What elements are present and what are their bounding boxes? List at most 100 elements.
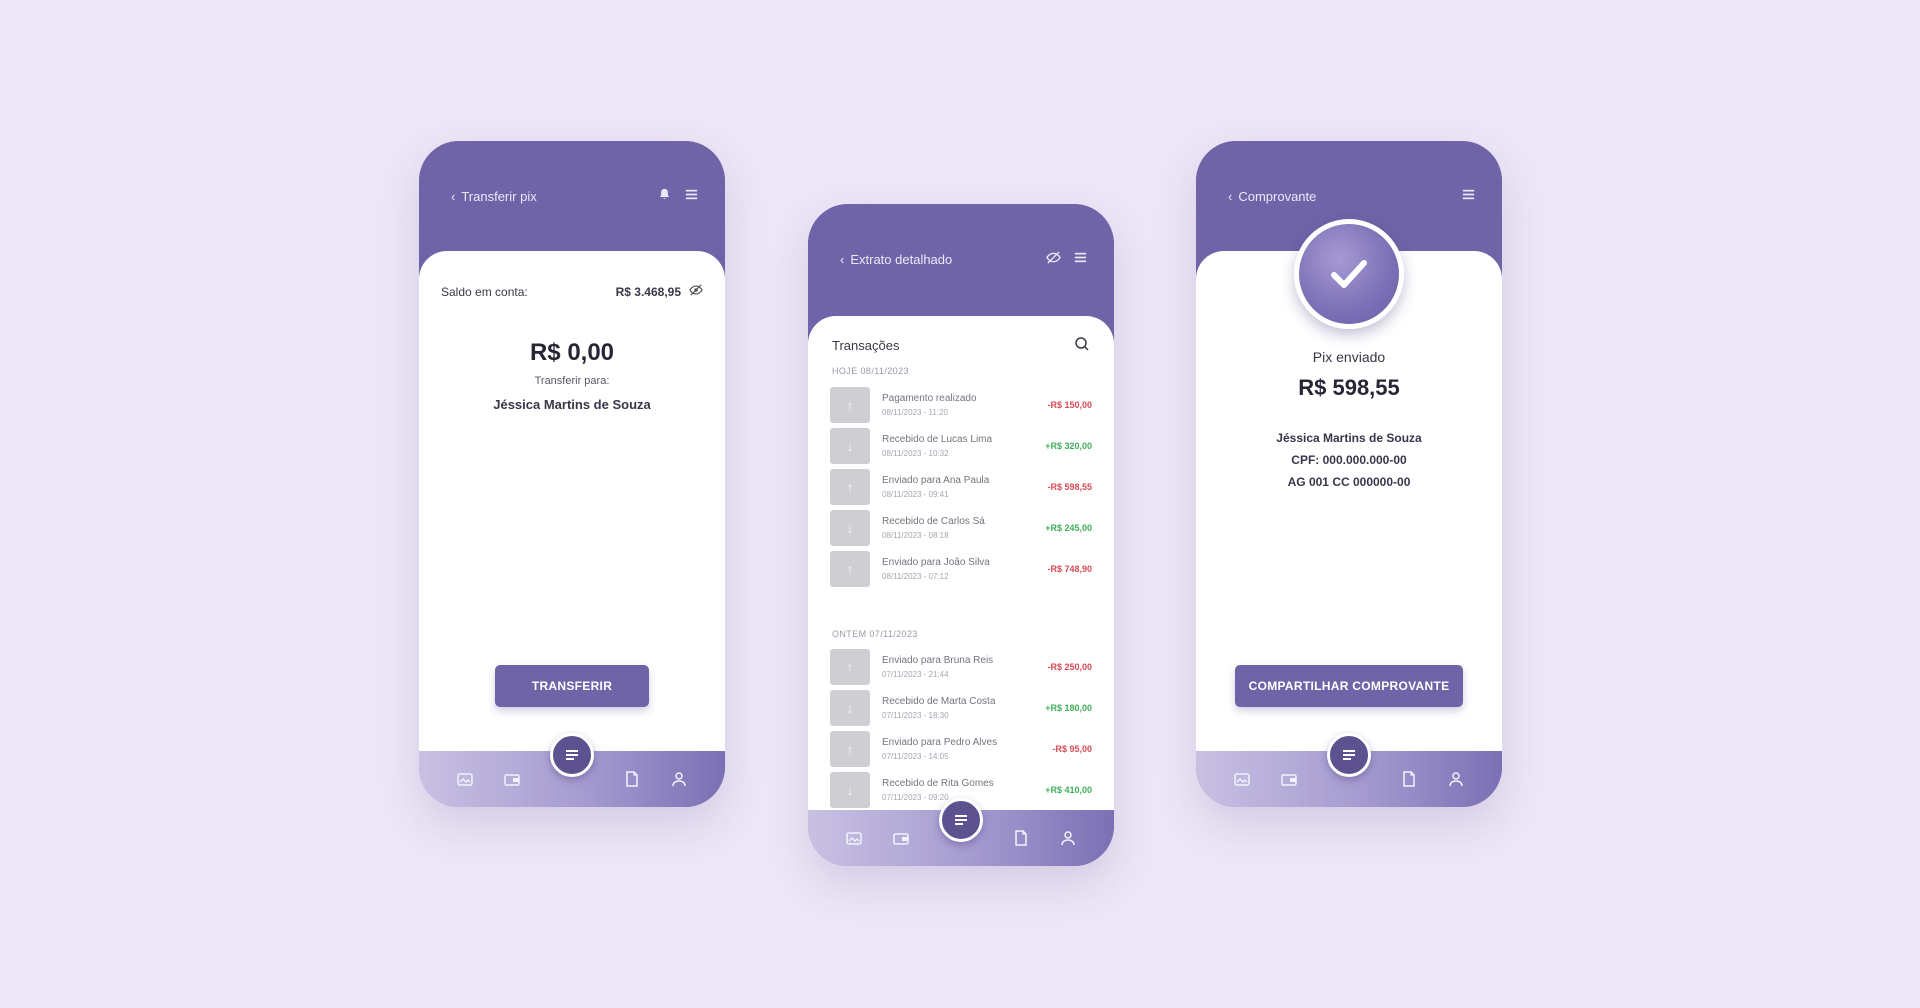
section-label-today: HOJE 08/11/2023 <box>832 366 909 376</box>
balance-row: Saldo em conta: R$ 3.468,95 <box>441 283 703 300</box>
transaction-date: 08/11/2023 - 11:20 <box>882 407 948 417</box>
arrow-down-icon: ↓ <box>830 509 870 546</box>
wallet-icon[interactable] <box>891 828 911 848</box>
profile-icon[interactable] <box>669 769 689 789</box>
document-icon[interactable] <box>1399 769 1419 789</box>
chevron-left-icon: ‹ <box>451 189 456 204</box>
recipient-details: Jéssica Martins de Souza CPF: 000.000.00… <box>1196 427 1502 493</box>
mockup-stage: ‹ Transferir pix Saldo em conta: R$ 3.46… <box>0 0 1920 1008</box>
menu-icon[interactable] <box>684 187 699 207</box>
phone-statement-screen: ‹ Extrato detalhado Transações HOJE 08/1… <box>808 204 1114 866</box>
transaction-amount: -R$ 598,55 <box>1047 481 1092 492</box>
menu-icon[interactable] <box>1073 250 1088 270</box>
transaction-list-today: ↑ Pagamento realizado 08/11/2023 - 11:20 -R… <box>830 384 1092 589</box>
transaction-amount: -R$ 150,00 <box>1047 399 1092 410</box>
transaction-amount: -R$ 250,00 <box>1047 661 1092 672</box>
home-icon[interactable] <box>1232 769 1252 789</box>
arrow-up-icon: ↑ <box>830 468 870 505</box>
transaction-amount: +R$ 410,00 <box>1045 784 1092 795</box>
transaction-row[interactable]: ↓ Recebido de Marta Costa 07/11/2023 - 18:… <box>830 687 1092 728</box>
transaction-title: Recebido de Marta Costa <box>882 695 996 707</box>
transaction-amount: +R$ 180,00 <box>1045 702 1092 713</box>
pix-fab-button[interactable] <box>1327 733 1371 777</box>
transaction-amount: +R$ 245,00 <box>1045 522 1092 533</box>
phone-transfer-screen: ‹ Transferir pix Saldo em conta: R$ 3.46… <box>419 141 725 807</box>
transaction-date: 07/11/2023 - 21:44 <box>882 669 949 679</box>
status-label: Pix enviado <box>1312 349 1386 365</box>
transaction-title: Enviado para Pedro Alves <box>882 736 998 748</box>
eye-off-icon[interactable] <box>1046 250 1061 270</box>
account-line: AG 001 CC 000000-00 <box>1287 475 1411 489</box>
header-title: Transferir pix <box>461 189 537 204</box>
transfer-button[interactable]: TRANSFERIR <box>495 665 649 707</box>
transaction-row[interactable]: ↑ Enviado para Pedro Alves 07/11/2023 - 14… <box>830 728 1092 769</box>
profile-icon[interactable] <box>1446 769 1466 789</box>
transaction-title: Enviado para João Silva <box>882 556 990 568</box>
header-bar: ‹ Extrato detalhado <box>808 204 1114 334</box>
transaction-row[interactable]: ↓ Recebido de Carlos Sá 08/11/2023 - 08:18… <box>830 507 1092 548</box>
arrow-up-icon: ↑ <box>830 386 870 423</box>
pix-icon <box>1343 750 1355 760</box>
balance-label: Saldo em conta: <box>441 284 528 299</box>
document-icon[interactable] <box>622 769 642 789</box>
transaction-row[interactable]: ↑ Enviado para João Silva 08/11/2023 - 07:… <box>830 548 1092 589</box>
transaction-row[interactable]: ↑ Enviado para Bruna Reis 07/11/2023 - 21:… <box>830 646 1092 687</box>
transactions-header: Transações <box>832 336 1090 355</box>
sent-amount: R$ 598,55 <box>1298 375 1400 400</box>
wallet-icon[interactable] <box>1279 769 1299 789</box>
transactions-title: Transações <box>832 338 900 353</box>
transaction-row[interactable]: ↓ Recebido de Lucas Lima 08/11/2023 - 10:3… <box>830 425 1092 466</box>
transaction-date: 07/11/2023 - 18:30 <box>882 710 949 720</box>
share-receipt-button[interactable]: COMPARTILHAR COMPROVANTE <box>1235 665 1463 707</box>
back-button[interactable]: ‹ Transferir pix <box>451 189 537 204</box>
arrow-down-icon: ↓ <box>830 771 870 808</box>
chevron-left-icon: ‹ <box>1228 189 1233 204</box>
transaction-amount: +R$ 320,00 <box>1045 440 1092 451</box>
chevron-left-icon: ‹ <box>840 252 845 267</box>
checkmark-icon <box>1331 260 1367 288</box>
menu-icon[interactable] <box>1461 187 1476 207</box>
amount-display[interactable]: R$ 0,00 <box>419 339 725 367</box>
document-icon[interactable] <box>1011 828 1031 848</box>
arrow-up-icon: ↑ <box>830 648 870 685</box>
back-button[interactable]: ‹ Extrato detalhado <box>840 252 952 267</box>
pix-icon <box>566 750 578 760</box>
home-icon[interactable] <box>844 828 864 848</box>
transaction-title: Pagamento realizado <box>882 392 977 404</box>
content-card: Transações HOJE 08/11/2023 ↑ Pagamento re… <box>808 316 1114 816</box>
transaction-list-yesterday: ↑ Enviado para Bruna Reis 07/11/2023 - 21:… <box>830 646 1092 810</box>
success-check-badge <box>1294 219 1404 329</box>
transfer-to-label: Transferir para: <box>534 375 610 387</box>
transaction-amount: -R$ 748,90 <box>1047 563 1092 574</box>
wallet-icon[interactable] <box>502 769 522 789</box>
arrow-up-icon: ↑ <box>830 550 870 587</box>
arrow-up-icon: ↑ <box>830 730 870 767</box>
home-icon[interactable] <box>455 769 475 789</box>
phone-receipt-screen: ‹ Comprovante Pix enviado R$ 598,55 Jéss… <box>1196 141 1502 807</box>
pix-icon <box>955 815 967 825</box>
transaction-date: 08/11/2023 - 10:32 <box>882 448 949 458</box>
arrow-down-icon: ↓ <box>830 689 870 726</box>
section-label-yesterday: ONTEM 07/11/2023 <box>832 629 918 639</box>
transaction-row[interactable]: ↑ Enviado para Ana Paula 08/11/2023 - 09:4… <box>830 466 1092 507</box>
transaction-date: 08/11/2023 - 08:18 <box>882 530 949 540</box>
transaction-date: 08/11/2023 - 07:12 <box>882 571 949 581</box>
bell-icon[interactable] <box>657 187 672 207</box>
back-button[interactable]: ‹ Comprovante <box>1228 189 1316 204</box>
profile-icon[interactable] <box>1058 828 1078 848</box>
recipient-name: Jéssica Martins de Souza <box>1276 431 1422 445</box>
search-icon[interactable] <box>1074 336 1090 355</box>
transaction-row[interactable]: ↑ Pagamento realizado 08/11/2023 - 11:20 -R… <box>830 384 1092 425</box>
pix-fab-button[interactable] <box>939 798 983 842</box>
transaction-date: 07/11/2023 - 14:05 <box>882 751 949 761</box>
transaction-title: Enviado para Bruna Reis <box>882 654 994 666</box>
pix-fab-button[interactable] <box>550 733 594 777</box>
balance-value: R$ 3.468,95 <box>615 284 681 299</box>
header-title: Extrato detalhado <box>850 252 953 267</box>
cpf-line: CPF: 000.000.000-00 <box>1291 453 1407 467</box>
eye-off-icon[interactable] <box>689 283 703 300</box>
transaction-title: Recebido de Carlos Sá <box>882 515 985 527</box>
transaction-amount: -R$ 95,00 <box>1052 743 1092 754</box>
header-title: Comprovante <box>1238 189 1317 204</box>
content-card: Saldo em conta: R$ 3.468,95 R$ 0,00 Tran… <box>419 251 725 753</box>
